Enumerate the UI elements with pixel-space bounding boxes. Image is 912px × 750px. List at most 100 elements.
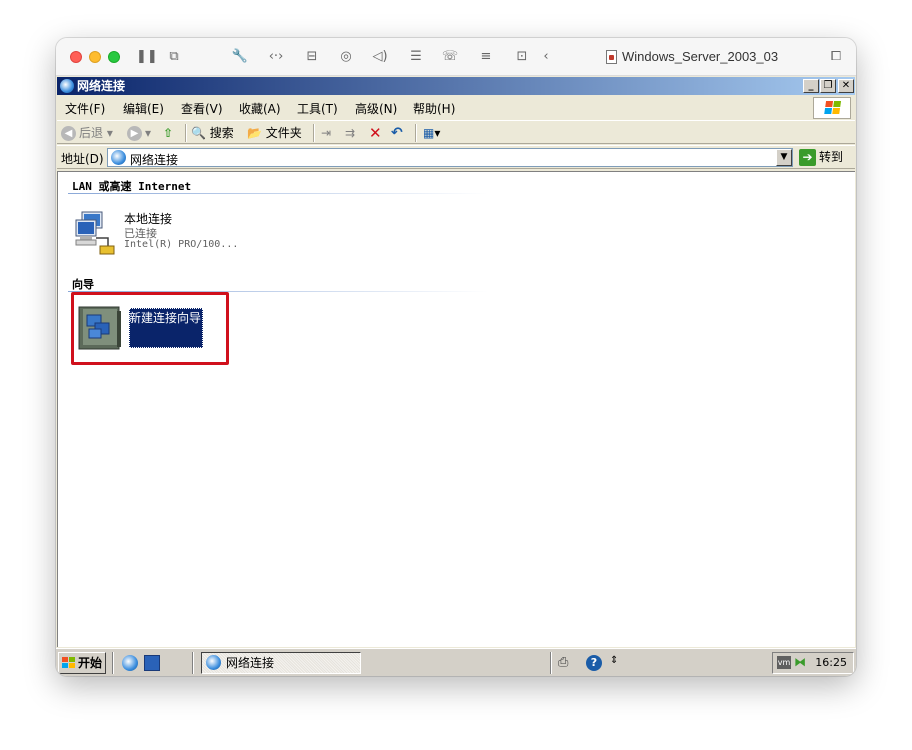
snapshot-icon[interactable]: ⧉ — [164, 48, 184, 66]
clock: 16:25 — [815, 656, 847, 669]
toolbar-separator — [415, 124, 417, 142]
group-divider — [68, 193, 488, 194]
menu-favorites[interactable]: 收藏(A) — [239, 100, 281, 117]
help-icon[interactable]: ? — [586, 655, 602, 671]
undo-button[interactable]: ↶ — [391, 124, 403, 142]
minimize-button[interactable]: _ — [803, 79, 819, 93]
wizard-book-icon — [78, 306, 121, 350]
windows-logo — [813, 97, 851, 119]
system-tray: vm ⧓ 16:25 — [772, 652, 854, 674]
back-button[interactable]: ◀ 后退 ▾ — [61, 124, 113, 142]
menu-view[interactable]: 查看(V) — [181, 100, 223, 117]
delete-x-icon: ✕ — [369, 124, 382, 142]
pause-icon[interactable]: ❚❚ — [136, 48, 158, 66]
address-field[interactable]: 网络连接 ▼ — [107, 148, 793, 167]
go-arrow-icon: ➔ — [799, 149, 816, 166]
restore-button[interactable]: ❐ — [820, 79, 836, 93]
network-tray-icon[interactable]: ⧓ — [794, 655, 808, 669]
go-button[interactable]: ➔ 转到 — [799, 148, 843, 167]
vm-titlebar: ❚❚ ⧉ 🔧 ‹·› ⊟ ◎ ◁) ☰ ☏ ≡ ⊡ ‹ Windows_Serv… — [56, 38, 856, 76]
back-chevron-icon[interactable]: ‹ — [536, 48, 556, 66]
new-connection-wizard-item[interactable]: 新建连接向导 — [74, 295, 226, 362]
menu-help[interactable]: 帮助(H) — [413, 100, 455, 117]
explorer-window: 网络连接 _ ❐ ✕ 文件(F) 编辑(E) 查看(V) 收藏(A) 工具(T)… — [56, 76, 856, 676]
undo-icon: ↶ — [391, 125, 403, 141]
file-view: LAN 或高速 Internet 本地连接 已连接 Intel(R) PRO/1… — [57, 171, 855, 647]
up-folder-icon: ⇧ — [163, 126, 174, 140]
vmware-tools-icon[interactable]: vm — [777, 656, 791, 669]
windows-flag-icon — [824, 101, 842, 116]
taskbar-separator — [192, 652, 194, 674]
show-desktop-icon[interactable] — [144, 655, 160, 671]
toolbar-separator — [185, 124, 187, 142]
up-folder-button[interactable]: ⇧ — [163, 124, 173, 142]
menu-tools[interactable]: 工具(T) — [297, 100, 338, 117]
user-icon[interactable]: ◎ — [336, 48, 356, 66]
close-button[interactable]: ✕ — [838, 79, 854, 93]
forward-button[interactable]: ▶ ▾ — [127, 124, 151, 142]
forward-arrow-icon: ▶ — [127, 126, 142, 141]
group-header-lan: LAN 或高速 Internet — [72, 180, 192, 193]
network-globe-icon — [206, 655, 221, 670]
connection-device: Intel(R) PRO/100... — [124, 239, 239, 250]
close-window-button[interactable] — [70, 51, 82, 63]
minimize-window-button[interactable] — [89, 51, 101, 63]
start-button[interactable]: 开始 — [58, 652, 106, 674]
taskbar: 开始 网络连接 ⎙ ? ⇕ vm ⧓ 16:25 — [56, 648, 856, 676]
stack-icon[interactable]: ≡ — [476, 48, 496, 66]
toolbar-separator — [313, 124, 315, 142]
task-label: 网络连接 — [226, 656, 275, 670]
back-arrow-icon: ◀ — [61, 126, 76, 141]
wrench-icon[interactable]: 🔧 — [230, 48, 250, 66]
network-connection-icon — [75, 211, 115, 255]
task-network-connections[interactable]: 网络连接 — [201, 652, 361, 674]
views-button[interactable]: ▦▾ — [423, 124, 440, 142]
windows-flag-icon — [62, 657, 76, 669]
start-label: 开始 — [78, 656, 103, 670]
document-icon — [606, 50, 617, 64]
window-copy-icon[interactable]: ⧠ — [826, 48, 846, 66]
ie-icon[interactable] — [122, 655, 138, 671]
explorer-titlebar: 网络连接 _ ❐ ✕ — [57, 77, 855, 95]
menu-file[interactable]: 文件(F) — [65, 100, 105, 117]
wizard-name: 新建连接向导 — [129, 311, 202, 325]
move-to-icon: ⇥ — [321, 126, 332, 140]
taskbar-separator — [112, 652, 114, 674]
disk-icon[interactable]: ☰ — [406, 48, 426, 66]
vm-window: ❚❚ ⧉ 🔧 ‹·› ⊟ ◎ ◁) ☰ ☏ ≡ ⊡ ‹ Windows_Serv… — [56, 38, 856, 676]
printer-icon[interactable]: ⎙ — [558, 655, 574, 671]
local-connection-item[interactable]: 本地连接 已连接 Intel(R) PRO/100... — [72, 208, 272, 260]
address-bar: 地址(D) 网络连接 ▼ ➔ 转到 — [57, 145, 855, 169]
speaker-icon[interactable]: ◁) — [370, 48, 390, 66]
search-button[interactable]: 🔍 搜索 — [191, 124, 234, 142]
wizard-label-selected: 新建连接向导 — [129, 308, 203, 348]
address-label: 地址(D) — [61, 152, 104, 166]
phone-icon[interactable]: ☏ — [440, 48, 460, 66]
more-arrow-icon[interactable]: ⇕ — [610, 655, 626, 671]
menu-advanced[interactable]: 高级(N) — [355, 100, 397, 117]
address-value: 网络连接 — [130, 153, 179, 167]
group-header-wizard: 向导 — [72, 278, 94, 291]
code-arrows-icon[interactable]: ‹·› — [266, 48, 286, 66]
window-title: 网络连接 — [77, 79, 126, 93]
folder-icon: 📂 — [247, 126, 262, 140]
copy-to-button[interactable]: ⇉ — [345, 124, 355, 142]
folders-button[interactable]: 📂 文件夹 — [247, 124, 302, 142]
address-dropdown-button[interactable]: ▼ — [776, 149, 792, 166]
folder-icon[interactable]: ⊡ — [512, 48, 532, 66]
zoom-window-button[interactable] — [108, 51, 120, 63]
taskbar-separator — [550, 652, 552, 674]
network-globe-icon — [60, 79, 74, 93]
vm-title: Windows_Server_2003_03 — [622, 49, 779, 64]
views-grid-icon: ▦ — [423, 126, 435, 140]
standard-toolbar: ◀ 后退 ▾ ▶ ▾ ⇧ 🔍 搜索 📂 文件夹 ⇥ ⇉ ✕ ↶ ▦▾ — [57, 120, 855, 144]
highlight-box: 新建连接向导 — [71, 292, 229, 365]
network-globe-icon — [111, 150, 126, 165]
search-icon: 🔍 — [191, 126, 206, 140]
menu-bar: 文件(F) 编辑(E) 查看(V) 收藏(A) 工具(T) 高级(N) 帮助(H… — [57, 96, 855, 119]
move-to-button[interactable]: ⇥ — [321, 124, 331, 142]
menu-edit[interactable]: 编辑(E) — [123, 100, 164, 117]
delete-button[interactable]: ✕ — [369, 124, 382, 142]
drive-icon[interactable]: ⊟ — [302, 48, 322, 66]
copy-to-icon: ⇉ — [345, 126, 356, 140]
